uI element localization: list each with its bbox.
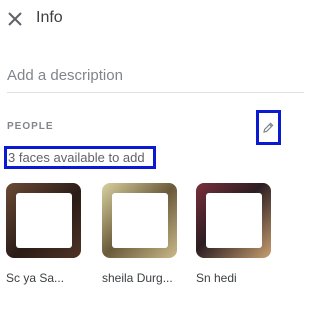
description-input[interactable]: Add a description — [7, 62, 304, 93]
face-item[interactable]: Sc ya Sa... — [6, 183, 81, 285]
faces-available-link[interactable]: 3 faces available to add — [4, 146, 156, 169]
close-button[interactable] — [6, 10, 24, 28]
info-panel: Info Add a description PEOPLE 3 faces av… — [0, 0, 320, 317]
face-name: Sc ya Sa... — [6, 271, 65, 285]
faces-list: Sc ya Sa... sheila Durg... Sn hedi — [6, 183, 316, 293]
face-thumbnail[interactable] — [102, 183, 177, 258]
face-item[interactable]: Sn hedi — [196, 183, 271, 285]
edit-people-button[interactable] — [256, 110, 281, 145]
faces-available-text: 3 faces available to add — [8, 150, 145, 165]
panel-title: Info — [36, 9, 63, 26]
face-thumbnail[interactable] — [196, 183, 271, 258]
face-thumbnail[interactable] — [6, 183, 81, 258]
face-name: Sn hedi — [196, 271, 237, 285]
info-header: Info — [0, 6, 320, 32]
description-placeholder: Add a description — [7, 67, 123, 84]
close-icon — [8, 12, 22, 26]
pencil-icon — [263, 122, 274, 133]
people-section-title: PEOPLE — [7, 121, 54, 132]
face-name: sheila Durg... — [102, 271, 173, 285]
face-item[interactable]: sheila Durg... — [102, 183, 177, 285]
